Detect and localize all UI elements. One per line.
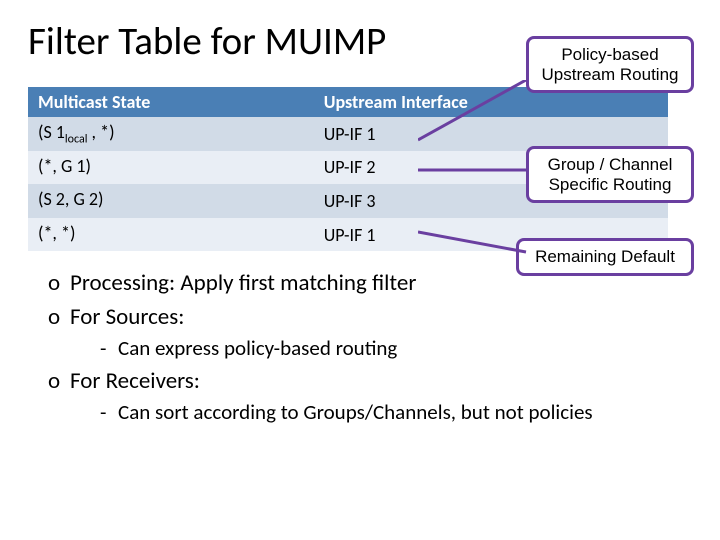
bullet-level1: oFor Sources: — [48, 303, 692, 331]
callout-line: Upstream Routing — [539, 65, 681, 85]
callout-line: Specific Routing — [539, 175, 681, 195]
state-pre: (*, G 1) — [38, 155, 91, 177]
bullet-level2: -Can sort according to Groups/Channels, … — [100, 399, 692, 425]
callout-line: Policy-based — [539, 45, 681, 65]
callout-line: Group / Channel — [539, 155, 681, 175]
state-pre: (S 1 — [38, 121, 65, 143]
cell-state: (S 1local , *) — [28, 117, 314, 151]
cell-state: (*, *) — [28, 218, 314, 252]
bullet-mark-o: o — [48, 269, 70, 297]
leader-line-icon — [418, 160, 538, 190]
slide: Filter Table for MUIMP Multicast State U… — [0, 0, 720, 540]
bullet-mark-dash: - — [100, 335, 118, 361]
cell-state: (*, G 1) — [28, 151, 314, 185]
bullet-text: Can sort according to Groups/Channels, b… — [118, 399, 593, 425]
state-sub: local — [65, 133, 88, 147]
bullets: oProcessing: Apply first matching filter… — [28, 269, 692, 425]
bullet-mark-o: o — [48, 303, 70, 331]
callout-line: Remaining Default — [529, 247, 681, 267]
bullet-text: Processing: Apply first matching filter — [70, 269, 416, 297]
callout-group: Group / Channel Specific Routing — [526, 146, 694, 203]
bullet-text: Can express policy-based routing — [118, 335, 397, 361]
col-header-state: Multicast State — [28, 87, 314, 117]
cell-state: (S 2, G 2) — [28, 184, 314, 218]
bullet-level2: -Can express policy-based routing — [100, 335, 692, 361]
callout-policy: Policy-based Upstream Routing — [526, 36, 694, 93]
bullet-mark-dash: - — [100, 399, 118, 425]
bullet-mark-o: o — [48, 367, 70, 395]
state-pre: (*, *) — [38, 222, 75, 244]
bullet-text: For Sources: — [70, 303, 184, 331]
bullet-level1: oFor Receivers: — [48, 367, 692, 395]
leader-line-icon — [418, 80, 538, 150]
state-post: , *) — [87, 121, 114, 143]
callout-default: Remaining Default — [516, 238, 694, 276]
leader-line-icon — [418, 230, 538, 260]
state-pre: (S 2, G 2) — [38, 188, 104, 210]
bullet-text: For Receivers: — [70, 367, 200, 395]
